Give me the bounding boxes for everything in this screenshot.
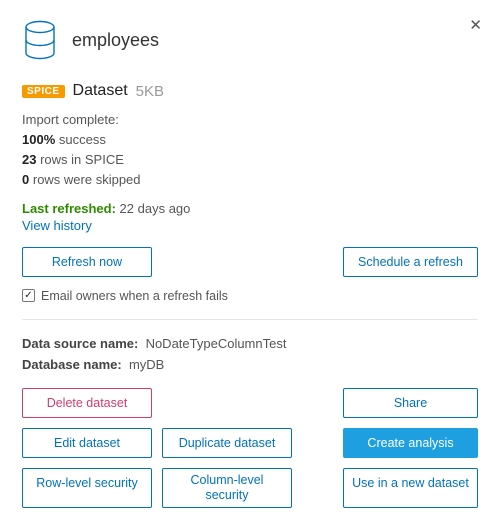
use-in-new-dataset-button[interactable]: Use in a new dataset	[343, 468, 478, 508]
dataset-type-label: Dataset	[73, 82, 128, 100]
view-history-link[interactable]: View history	[22, 218, 92, 233]
email-owners-label: Email owners when a refresh fails	[41, 289, 228, 303]
divider	[22, 319, 478, 320]
dataset-size: 5KB	[136, 83, 164, 100]
email-owners-checkbox[interactable]: ✓	[22, 289, 35, 302]
database-name-key: Database name:	[22, 357, 122, 372]
schedule-refresh-button[interactable]: Schedule a refresh	[343, 247, 478, 277]
import-skipped: 0 rows were skipped	[22, 170, 478, 190]
refresh-button-row: Refresh now Schedule a refresh	[22, 247, 478, 277]
last-refreshed: Last refreshed: 22 days ago	[22, 201, 478, 216]
type-row: SPICE Dataset 5KB	[22, 82, 478, 100]
row-level-security-button[interactable]: Row-level security	[22, 468, 152, 508]
data-source-name-value: NoDateTypeColumnTest	[146, 336, 287, 351]
import-status: Import complete: 100% success 23 rows in…	[22, 110, 478, 191]
actions-section: Delete dataset Share Edit dataset Duplic…	[22, 388, 478, 508]
edit-dataset-button[interactable]: Edit dataset	[22, 428, 152, 458]
data-source-name-row: Data source name: NoDateTypeColumnTest	[22, 336, 478, 351]
import-rows: 23 rows in SPICE	[22, 150, 478, 170]
share-button[interactable]: Share	[343, 388, 478, 418]
spice-badge: SPICE	[22, 85, 65, 98]
database-name-row: Database name: myDB	[22, 357, 478, 372]
refresh-now-button[interactable]: Refresh now	[22, 247, 152, 277]
create-analysis-button[interactable]: Create analysis	[343, 428, 478, 458]
import-heading: Import complete:	[22, 110, 478, 130]
data-source-name-key: Data source name:	[22, 336, 138, 351]
database-icon	[22, 20, 58, 60]
import-success: 100% success	[22, 130, 478, 150]
last-refreshed-label: Last refreshed:	[22, 201, 116, 216]
email-owners-row: ✓ Email owners when a refresh fails	[22, 289, 478, 303]
close-icon[interactable]: ✕	[469, 16, 482, 34]
last-refreshed-value: 22 days ago	[120, 201, 191, 216]
database-name-value: myDB	[129, 357, 164, 372]
duplicate-dataset-button[interactable]: Duplicate dataset	[162, 428, 292, 458]
header-row: employees	[22, 20, 478, 60]
delete-dataset-button[interactable]: Delete dataset	[22, 388, 152, 418]
column-level-security-button[interactable]: Column-level security	[162, 468, 292, 508]
dataset-title: employees	[72, 30, 159, 51]
dataset-info-modal: ✕ employees SPICE Dataset 5KB Import com…	[0, 0, 500, 530]
